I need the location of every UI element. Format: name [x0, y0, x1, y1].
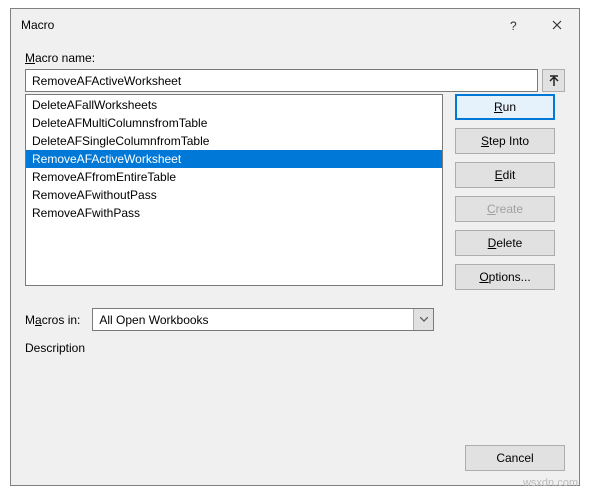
- delete-button[interactable]: Delete: [455, 230, 555, 256]
- create-button[interactable]: Create: [455, 196, 555, 222]
- macro-listbox[interactable]: DeleteAFallWorksheetsDeleteAFMultiColumn…: [25, 94, 443, 286]
- list-item[interactable]: DeleteAFSingleColumnfromTable: [26, 132, 442, 150]
- run-button[interactable]: Run: [455, 94, 555, 120]
- macros-in-value: All Open Workbooks: [99, 313, 208, 327]
- list-item[interactable]: DeleteAFMultiColumnsfromTable: [26, 114, 442, 132]
- edit-button[interactable]: Edit: [455, 162, 555, 188]
- description-label: Description: [25, 341, 565, 355]
- close-button[interactable]: [535, 10, 579, 40]
- macros-in-label: Macros in:: [25, 313, 80, 327]
- list-item[interactable]: RemoveAFwithPass: [26, 204, 442, 222]
- options-button[interactable]: Options...: [455, 264, 555, 290]
- list-item[interactable]: DeleteAFallWorksheets: [26, 96, 442, 114]
- help-button[interactable]: ?: [491, 10, 535, 40]
- button-column: Run Step Into Edit Create Delete Options…: [455, 94, 555, 290]
- macro-name-input[interactable]: [25, 69, 538, 92]
- dialog-title: Macro: [21, 18, 491, 32]
- go-to-button[interactable]: [542, 69, 565, 92]
- watermark: wsxdn.com: [523, 477, 578, 489]
- list-item[interactable]: RemoveAFwithoutPass: [26, 186, 442, 204]
- cancel-button[interactable]: Cancel: [465, 445, 565, 471]
- titlebar: Macro ?: [11, 9, 579, 41]
- list-item[interactable]: RemoveAFActiveWorksheet: [26, 150, 442, 168]
- step-into-button[interactable]: Step Into: [455, 128, 555, 154]
- chevron-down-icon: [420, 317, 428, 322]
- dialog-content: Macro name: DeleteAFallWorksheetsDeleteA…: [11, 41, 579, 445]
- dropdown-arrow[interactable]: [413, 309, 433, 330]
- go-arrow-icon: [548, 74, 560, 88]
- list-item[interactable]: RemoveAFfromEntireTable: [26, 168, 442, 186]
- macro-name-label: Macro name:: [25, 51, 95, 65]
- close-icon: [552, 20, 562, 30]
- svg-text:?: ?: [510, 19, 517, 32]
- macro-dialog: Macro ? Macro name: DeleteAFallWorksheet…: [10, 8, 580, 486]
- macros-in-select[interactable]: All Open Workbooks: [92, 308, 434, 331]
- help-icon: ?: [508, 18, 518, 32]
- bottom-bar: Cancel: [11, 445, 579, 485]
